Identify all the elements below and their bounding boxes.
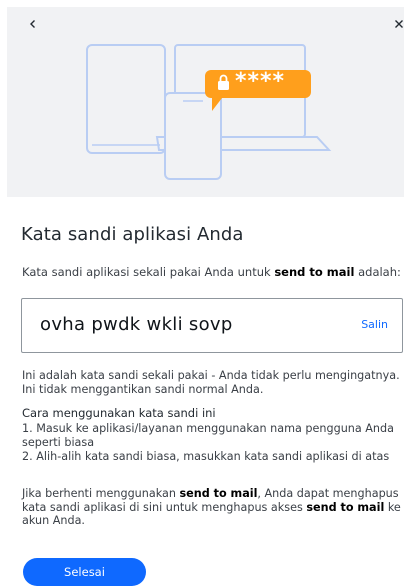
one-time-note: Ini adalah kata sandi sekali pakai - And… [22, 369, 406, 396]
revoke-app-name-2: send to mail [306, 500, 385, 514]
revoke-text-2: , Anda dapat menghapus [257, 487, 399, 500]
back-button[interactable] [23, 14, 43, 34]
step-1-line-1: 1. Masuk ke aplikasi/layanan menggunakan… [22, 422, 394, 435]
howto-step-2: 2. Alih-alih kata sandi biasa, masukkan … [22, 450, 390, 463]
note-line-2: Ini tidak menggantikan sandi normal Anda… [22, 382, 264, 396]
revoke-text-3: kata sandi aplikasi di sini untuk mengha… [22, 500, 307, 514]
devices-illustration [86, 44, 332, 180]
done-button[interactable]: Selesai [23, 558, 146, 586]
intro-prefix: Kata sandi aplikasi sekali pakai Anda un… [22, 265, 275, 279]
intro-text: Kata sandi aplikasi sekali pakai Anda un… [22, 265, 402, 279]
chevron-left-icon [30, 20, 35, 28]
masked-password: **** [235, 69, 286, 94]
howto-step-1: 1. Masuk ke aplikasi/layanan menggunakan… [22, 422, 406, 449]
intro-suffix: adalah: [354, 265, 401, 279]
app-password-value: ovha pwdk wkli sovp [40, 314, 233, 335]
app-password-box: ovha pwdk wkli sovp Salin [21, 298, 403, 353]
close-icon [395, 20, 403, 28]
note-line-1: Ini adalah kata sandi sekali pakai - And… [22, 369, 400, 382]
copy-button[interactable]: Salin [361, 318, 388, 331]
hero-illustration: **** [7, 7, 404, 197]
step-1-line-2: seperti biasa [22, 435, 95, 449]
revoke-text-5: akun Anda. [22, 514, 85, 527]
revoke-note: Jika berhenti menggunakan send to mail, … [22, 487, 406, 528]
page-title: Kata sandi aplikasi Anda [21, 224, 244, 245]
revoke-text-4: ke [384, 500, 401, 514]
revoke-app-name-1: send to mail [179, 487, 258, 500]
close-button[interactable] [389, 14, 409, 34]
howto-title: Cara menggunakan kata sandi ini [22, 406, 216, 420]
app-name: send to mail [274, 265, 355, 279]
revoke-text-1: Jika berhenti menggunakan [22, 487, 180, 500]
